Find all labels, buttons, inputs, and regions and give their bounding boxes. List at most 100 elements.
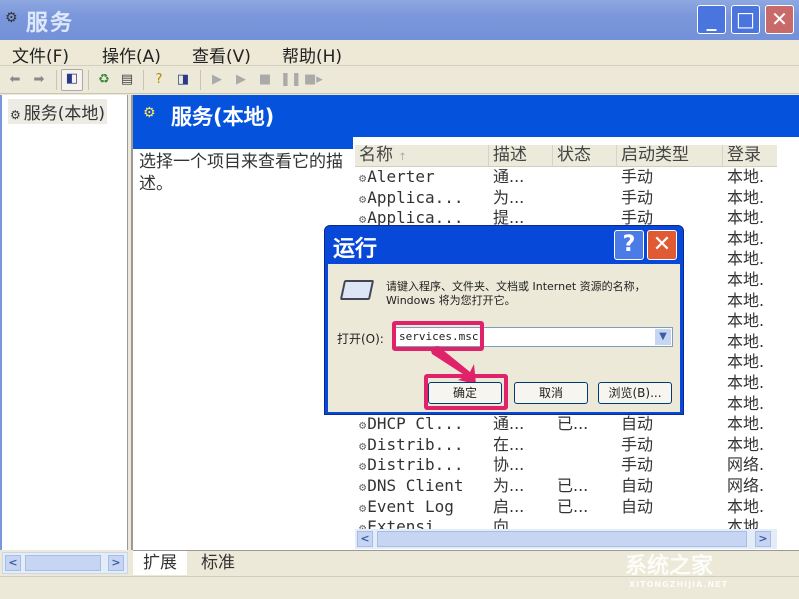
- cell-startup: 自动: [621, 496, 654, 516]
- scroll-left-icon[interactable]: <: [5, 555, 21, 571]
- cell-name: ⚙Applica...: [359, 188, 489, 209]
- cell-logon: 本地.: [727, 187, 765, 207]
- column-header-description[interactable]: 描述: [489, 145, 553, 166]
- cell-desc: 协...: [493, 455, 525, 475]
- column-header-logon[interactable]: 登录: [723, 145, 783, 166]
- close-button[interactable]: ✕: [765, 5, 794, 34]
- table-row[interactable]: ⚙Event Log 启... 已... 自动 本地.: [355, 497, 777, 518]
- cell-logon: 本地.: [727, 434, 765, 454]
- console-icon[interactable]: ◨: [174, 71, 192, 89]
- column-header-startup-type[interactable]: 启动类型: [617, 145, 723, 166]
- back-icon[interactable]: ⬅: [6, 71, 24, 89]
- pause-service-icon[interactable]: ❚❚: [280, 71, 302, 89]
- list-header: 名称 ↑ 描述 状态 启动类型 登录: [355, 145, 777, 167]
- service-name: Alerter: [367, 167, 435, 186]
- cell-desc: 为...: [493, 187, 525, 207]
- tab-standard[interactable]: 标准: [191, 551, 245, 575]
- menu-action[interactable]: 操作(A): [102, 42, 161, 67]
- window-title: 服务: [26, 11, 75, 36]
- maximize-button[interactable]: □: [731, 5, 760, 34]
- cell-startup: 手动: [621, 167, 654, 186]
- scroll-left-icon[interactable]: <: [357, 531, 373, 547]
- cell-desc: 启...: [493, 496, 525, 516]
- service-gear-icon: ⚙: [359, 479, 367, 494]
- forward-icon[interactable]: ➡: [30, 71, 48, 89]
- cell-startup: 手动: [621, 455, 654, 475]
- dialog-title: 运行: [333, 237, 378, 262]
- menu-help[interactable]: 帮助(H): [282, 42, 342, 67]
- open-label: 打开(O):: [337, 332, 384, 346]
- cell-logon: 本地.: [727, 208, 765, 228]
- cell-desc: 通...: [493, 167, 525, 186]
- table-row[interactable]: ⚙Distrib... 在... 手动 本地.: [355, 435, 777, 456]
- services-app-icon: ⚙: [5, 10, 18, 26]
- run-program-icon: [339, 280, 375, 300]
- restart-service-icon[interactable]: ■▸: [304, 71, 323, 89]
- dialog-message: 请键入程序、文件夹、文档或 Internet 资源的名称，Windows 将为您…: [386, 280, 646, 307]
- chevron-down-icon[interactable]: ▼: [655, 329, 671, 345]
- service-gear-icon: ⚙: [359, 500, 367, 515]
- cell-logon: 本地.: [727, 331, 765, 351]
- tree-horizontal-scrollbar[interactable]: < >: [2, 552, 128, 574]
- cell-status: 已...: [557, 414, 589, 434]
- list-horizontal-scrollbar[interactable]: < >: [355, 529, 777, 549]
- cell-desc: 通...: [493, 414, 525, 434]
- scroll-right-icon[interactable]: >: [108, 555, 124, 571]
- cell-startup: 手动: [621, 434, 654, 454]
- pane-banner: ⚙ 服务(本地): [133, 95, 799, 137]
- cell-logon: 本地.: [727, 269, 765, 289]
- scroll-thumb[interactable]: [377, 531, 747, 547]
- watermark: 系统之家 XITONGZHIJIA.NET: [625, 548, 728, 589]
- dialog-body: 请键入程序、文件夹、文档或 Internet 资源的名称，Windows 将为您…: [328, 264, 680, 412]
- tab-extended[interactable]: 扩展: [133, 551, 187, 575]
- annotation-highlight-ok: [424, 374, 508, 410]
- column-header-status[interactable]: 状态: [553, 145, 617, 166]
- title-bar[interactable]: ⚙ 服务 _ □ ✕: [0, 0, 799, 40]
- cell-startup: 自动: [621, 475, 654, 495]
- scroll-thumb[interactable]: [25, 555, 101, 571]
- menu-file[interactable]: 文件(F): [12, 42, 69, 67]
- cell-status: 已...: [557, 496, 589, 516]
- cell-logon: 本地.: [727, 393, 765, 413]
- column-header-name[interactable]: 名称 ↑: [355, 145, 489, 166]
- table-row[interactable]: ⚙DNS Client 为... 已... 自动 网络.: [355, 476, 777, 497]
- cell-logon: 本地.: [727, 311, 765, 331]
- show-hide-tree-icon[interactable]: ◧: [61, 69, 83, 91]
- cell-logon: 网络.: [727, 455, 765, 475]
- cell-logon: 本地.: [727, 352, 765, 372]
- scroll-right-icon[interactable]: >: [755, 531, 771, 547]
- tree-item-services-local[interactable]: ⚙ 服务(本地): [8, 99, 108, 124]
- refresh-icon[interactable]: ♻: [95, 71, 113, 89]
- start-service-alt-icon[interactable]: ▶: [232, 71, 250, 89]
- help-icon[interactable]: ?: [150, 71, 168, 89]
- service-gear-icon: ⚙: [359, 459, 367, 474]
- cell-startup: 自动: [621, 414, 654, 434]
- start-service-icon[interactable]: ▶: [208, 71, 226, 89]
- services-gear-icon: ⚙: [143, 105, 156, 121]
- dialog-close-button[interactable]: ✕: [647, 230, 677, 260]
- cell-desc: 为...: [493, 475, 525, 495]
- tree-item-label: 服务(本地): [23, 104, 106, 124]
- stop-service-icon[interactable]: ■: [256, 71, 274, 89]
- toolbar-separator: [143, 70, 144, 90]
- table-row[interactable]: ⚙DHCP Cl... 通... 已... 自动 本地.: [355, 414, 777, 435]
- export-list-icon[interactable]: ▤: [118, 71, 136, 89]
- cell-name: ⚙DHCP Cl...: [359, 414, 489, 435]
- service-name: Event Log: [367, 496, 454, 516]
- service-name: Applica...: [367, 187, 464, 207]
- minimize-button[interactable]: _: [697, 5, 726, 34]
- table-row[interactable]: ⚙Alerter 通... 手动 本地.: [355, 167, 777, 188]
- cell-logon: 本地.: [727, 290, 765, 310]
- cell-startup: 手动: [621, 187, 654, 207]
- service-gear-icon: ⚙: [359, 171, 367, 185]
- help-button[interactable]: ?: [614, 230, 644, 260]
- table-row[interactable]: ⚙Distrib... 协... 手动 网络.: [355, 455, 777, 476]
- cancel-button[interactable]: 取消: [514, 382, 588, 404]
- service-name: Distrib...: [367, 455, 464, 475]
- menu-view[interactable]: 查看(V): [192, 42, 251, 67]
- table-row[interactable]: ⚙Applica... 为... 手动 本地.: [355, 188, 777, 209]
- cell-logon: 本地.: [727, 496, 765, 516]
- browse-button[interactable]: 浏览(B)...: [598, 382, 672, 404]
- service-name: DNS Client: [367, 475, 464, 495]
- watermark-text: 系统之家: [625, 554, 714, 579]
